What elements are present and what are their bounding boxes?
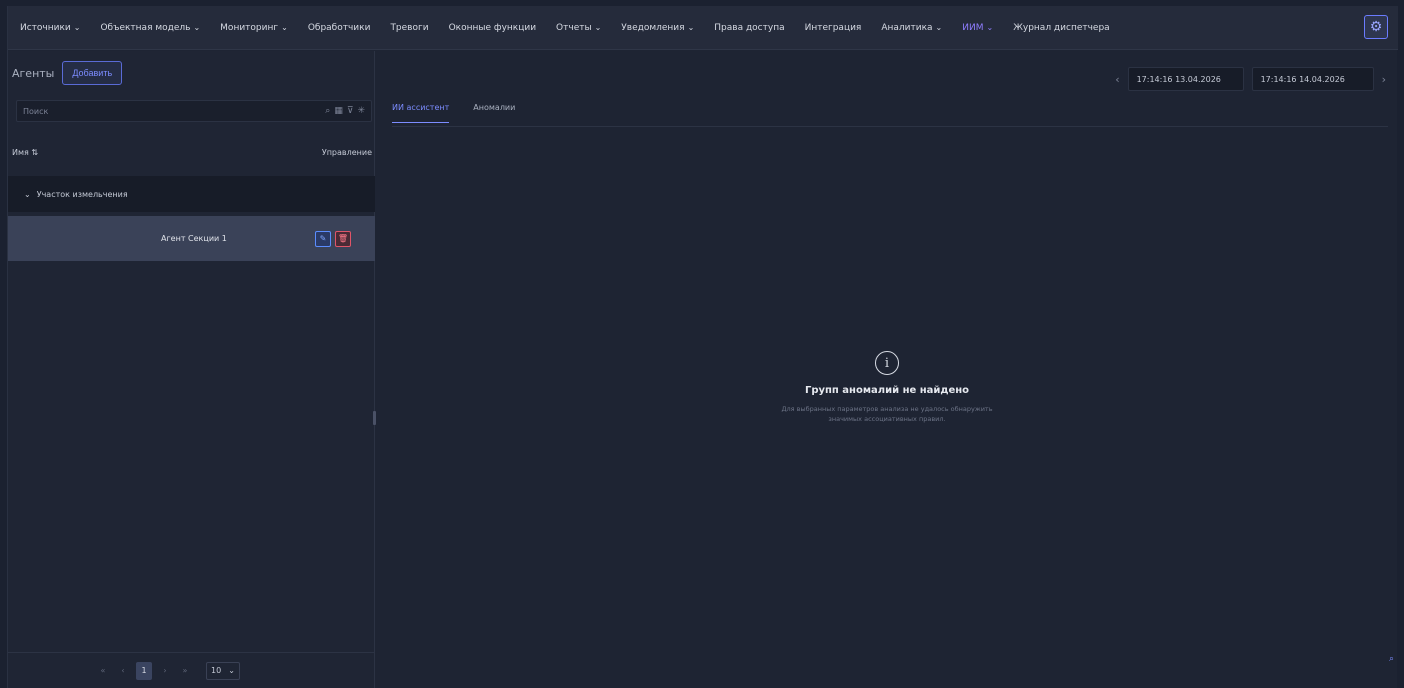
tabs: ИИ ассистент Аномалии bbox=[392, 103, 515, 123]
gear-icon: ⚙ bbox=[1369, 19, 1383, 35]
top-navigation: Источники ⌄ Объектная модель ⌄ Мониторинг ⌄… bbox=[8, 6, 1398, 50]
last-page-icon[interactable]: » bbox=[178, 666, 192, 675]
nav-label: Интеграция bbox=[804, 22, 862, 33]
nav-label: Источники bbox=[20, 22, 71, 33]
group-label: Участок измельчения bbox=[36, 189, 128, 199]
row-actions: ✎ 🗑 bbox=[315, 230, 351, 247]
nav-label: Объектная модель bbox=[100, 22, 191, 33]
chevron-down-icon: ⌄ bbox=[73, 22, 81, 32]
nav-label: ИИМ bbox=[962, 22, 984, 33]
main-panel: ‹ 17:14:16 13.04.2026 17:14:16 14.04.202… bbox=[376, 51, 1398, 688]
nav-item-object-model[interactable]: Объектная модель ⌄ bbox=[100, 23, 200, 33]
nav-item-notifications[interactable]: Уведомления ⌄ bbox=[621, 23, 694, 33]
chevron-down-icon: ⌄ bbox=[193, 22, 201, 32]
nav-label: Права доступа bbox=[714, 22, 785, 33]
empty-state: i Групп аномалий не найдено Для выбранны… bbox=[376, 351, 1398, 424]
agent-name: Агент Секции 1 bbox=[161, 234, 227, 243]
prev-page-icon[interactable]: ‹ bbox=[116, 666, 130, 675]
chevron-down-icon[interactable]: ⌄ bbox=[24, 190, 31, 199]
tab-ai-assistant[interactable]: ИИ ассистент bbox=[392, 103, 450, 123]
date-from-field[interactable]: 17:14:16 13.04.2026 bbox=[1127, 67, 1244, 91]
empty-description: Для выбранных параметров анализа не удал… bbox=[781, 405, 993, 423]
nav-label: Оконные функции bbox=[448, 22, 537, 33]
search-input[interactable] bbox=[23, 106, 273, 116]
nav-item-handlers[interactable]: Обработчики bbox=[308, 23, 371, 33]
chevron-down-icon: ⌄ bbox=[594, 22, 602, 32]
nav-label: Мониторинг bbox=[220, 22, 279, 33]
nav-item-window-functions[interactable]: Оконные функции bbox=[449, 23, 536, 33]
first-page-icon[interactable]: « bbox=[96, 666, 110, 675]
search-icon[interactable]: ⌕ bbox=[325, 106, 330, 116]
search-box: ⌕ ▦ ⊽ ✳ bbox=[16, 100, 372, 122]
nav-item-iim[interactable]: ИИМ ⌄ bbox=[962, 23, 993, 33]
chevron-down-icon: ⌄ bbox=[687, 22, 695, 32]
add-agent-button[interactable]: Добавить bbox=[62, 61, 123, 85]
filter-icon[interactable]: ⊽ bbox=[347, 106, 354, 116]
tab-anomalies[interactable]: Аномалии bbox=[473, 103, 515, 123]
nav-label: Отчеты bbox=[556, 22, 592, 33]
column-actions: Управление bbox=[321, 148, 372, 157]
clear-icon[interactable]: ✳ bbox=[357, 106, 365, 116]
chevron-down-icon: ⌄ bbox=[935, 22, 943, 32]
column-name-sort[interactable]: Имя ⇅ bbox=[12, 148, 38, 157]
nav-item-dispatcher-log[interactable]: Журнал диспетчера bbox=[1013, 23, 1110, 33]
empty-title: Групп аномалий не найдено bbox=[804, 385, 970, 396]
tabs-divider bbox=[392, 126, 1388, 127]
search-icon[interactable]: ⌕ bbox=[1389, 654, 1394, 664]
group-row[interactable]: ⌄ Участок измельчения bbox=[8, 176, 375, 212]
table-header: Имя ⇅ Управление bbox=[12, 148, 372, 157]
trash-icon: 🗑 bbox=[337, 234, 349, 243]
nav-item-reports[interactable]: Отчеты ⌄ bbox=[556, 23, 601, 33]
next-page-icon[interactable]: › bbox=[158, 666, 172, 675]
next-period-icon[interactable]: › bbox=[1382, 73, 1386, 86]
nav-item-alarms[interactable]: Тревоги bbox=[390, 23, 428, 33]
pagination: « ‹ 1 › » 10 ⌄ bbox=[8, 652, 375, 688]
chevron-down-icon: ⌄ bbox=[228, 666, 235, 675]
nav-item-sources[interactable]: Источники ⌄ bbox=[20, 23, 80, 33]
current-page[interactable]: 1 bbox=[136, 661, 152, 680]
settings-button[interactable]: ⚙ bbox=[1364, 15, 1388, 39]
date-range: ‹ 17:14:16 13.04.2026 17:14:16 14.04.202… bbox=[1115, 67, 1386, 91]
table-row[interactable]: Агент Секции 1 ✎ 🗑 bbox=[8, 216, 375, 261]
nav-item-access-rights[interactable]: Права доступа bbox=[714, 23, 784, 33]
calendar-icon[interactable]: ▦ bbox=[334, 106, 343, 116]
edit-icon: ✎ bbox=[319, 234, 327, 243]
agents-panel: Агенты Добавить ⌕ ▦ ⊽ ✳ Имя ⇅ Управление… bbox=[8, 51, 376, 688]
nav-label: Обработчики bbox=[307, 22, 371, 33]
chevron-down-icon: ⌄ bbox=[281, 22, 288, 32]
info-icon: i bbox=[875, 351, 899, 375]
date-to-field[interactable]: 17:14:16 14.04.2026 bbox=[1251, 67, 1374, 91]
agents-title: Агенты bbox=[12, 66, 55, 80]
app-frame: Источники ⌄ Объектная модель ⌄ Мониторинг ⌄… bbox=[7, 6, 1398, 688]
nav-label: Журнал диспетчера bbox=[1013, 22, 1110, 33]
delete-button[interactable]: 🗑 bbox=[335, 230, 351, 247]
nav-label: Аналитика bbox=[881, 22, 933, 33]
nav-item-monitoring[interactable]: Мониторинг ⌄ bbox=[220, 23, 288, 33]
nav-label: Тревоги bbox=[390, 22, 429, 33]
edit-button[interactable]: ✎ bbox=[315, 230, 331, 247]
chevron-down-icon: ⌄ bbox=[986, 22, 994, 32]
agents-header: Агенты Добавить bbox=[12, 61, 123, 85]
search-tools: ⌕ ▦ ⊽ ✳ bbox=[325, 106, 365, 116]
nav-label: Уведомления bbox=[621, 22, 685, 33]
page-size-select[interactable]: 10 ⌄ bbox=[206, 661, 240, 680]
nav-item-integration[interactable]: Интеграция bbox=[805, 23, 862, 33]
nav-item-analytics[interactable]: Аналитика ⌄ bbox=[881, 23, 942, 33]
page-size-value: 10 bbox=[211, 666, 222, 675]
prev-period-icon[interactable]: ‹ bbox=[1115, 73, 1119, 86]
